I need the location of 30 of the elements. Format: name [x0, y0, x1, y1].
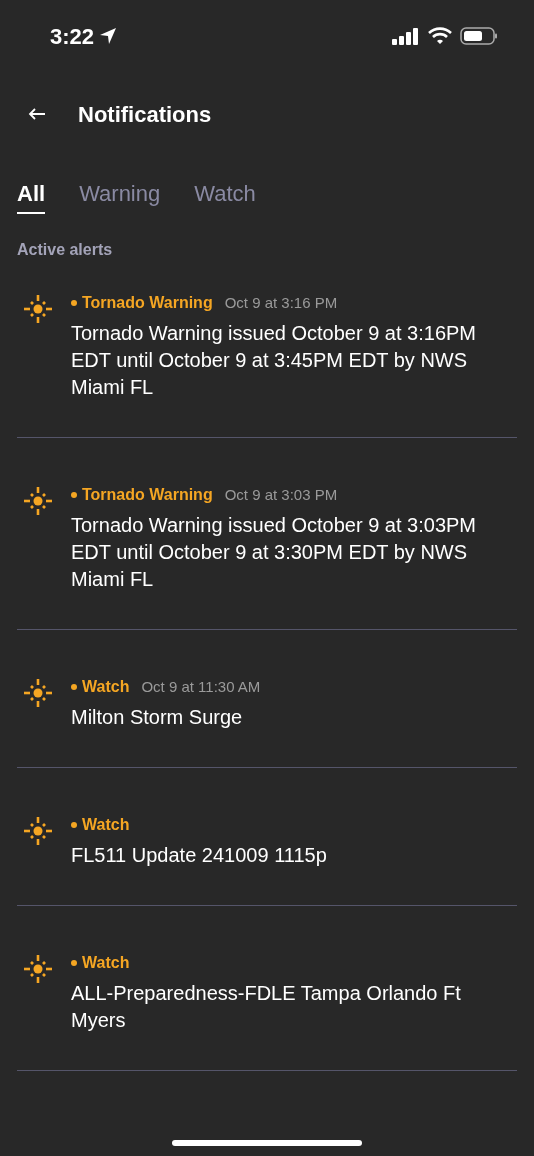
alert-time: Oct 9 at 3:03 PM — [224, 484, 338, 505]
alert-message: Tornado Warning issued October 9 at 3:16PM EDT until October 9 at 3:45PM EDT by NWS Miami FL — [71, 321, 478, 400]
signal-icon — [392, 27, 420, 45]
alert-time: Oct 9 at 11:30 AM — [141, 676, 261, 697]
alert-message: Tornado Warning issued October 9 at 3:03PM EDT until October 9 at 3:30PM EDT by NWS Miami FL — [71, 513, 478, 592]
alert-message: ALL-Preparedness-FDLE Tampa Orlando Ft Myers — [71, 981, 462, 1033]
alert-message: Milton Storm Surge — [71, 705, 244, 730]
alert-type: Tornado Warning — [82, 293, 213, 313]
sun-icon — [23, 486, 53, 516]
sun-icon — [23, 294, 53, 324]
back-arrow-icon — [28, 107, 46, 121]
status-time: 3:22 — [50, 22, 95, 51]
filter-tab[interactable]: All — [17, 176, 46, 214]
location-arrow-icon — [98, 26, 119, 46]
alert-message: FL511 Update 241009 1115p — [71, 843, 328, 868]
alert-type: Watch — [82, 677, 130, 697]
alert-time: Oct 9 at 3:16 PM — [224, 292, 338, 313]
alert-type: Tornado Warning — [82, 485, 213, 505]
alert-type: Watch — [82, 953, 130, 973]
alert-type: Watch — [82, 815, 130, 835]
sun-icon — [23, 954, 53, 984]
sun-icon — [23, 816, 53, 846]
page-title: Notifications — [78, 100, 212, 129]
battery-icon — [460, 26, 498, 46]
wifi-icon — [428, 27, 452, 45]
back-button[interactable] — [28, 107, 48, 121]
section-heading: Active alerts — [17, 241, 113, 258]
filter-tab[interactable]: Watch — [194, 176, 256, 214]
sun-icon — [23, 678, 53, 708]
filter-tab[interactable]: Warning — [79, 176, 161, 214]
